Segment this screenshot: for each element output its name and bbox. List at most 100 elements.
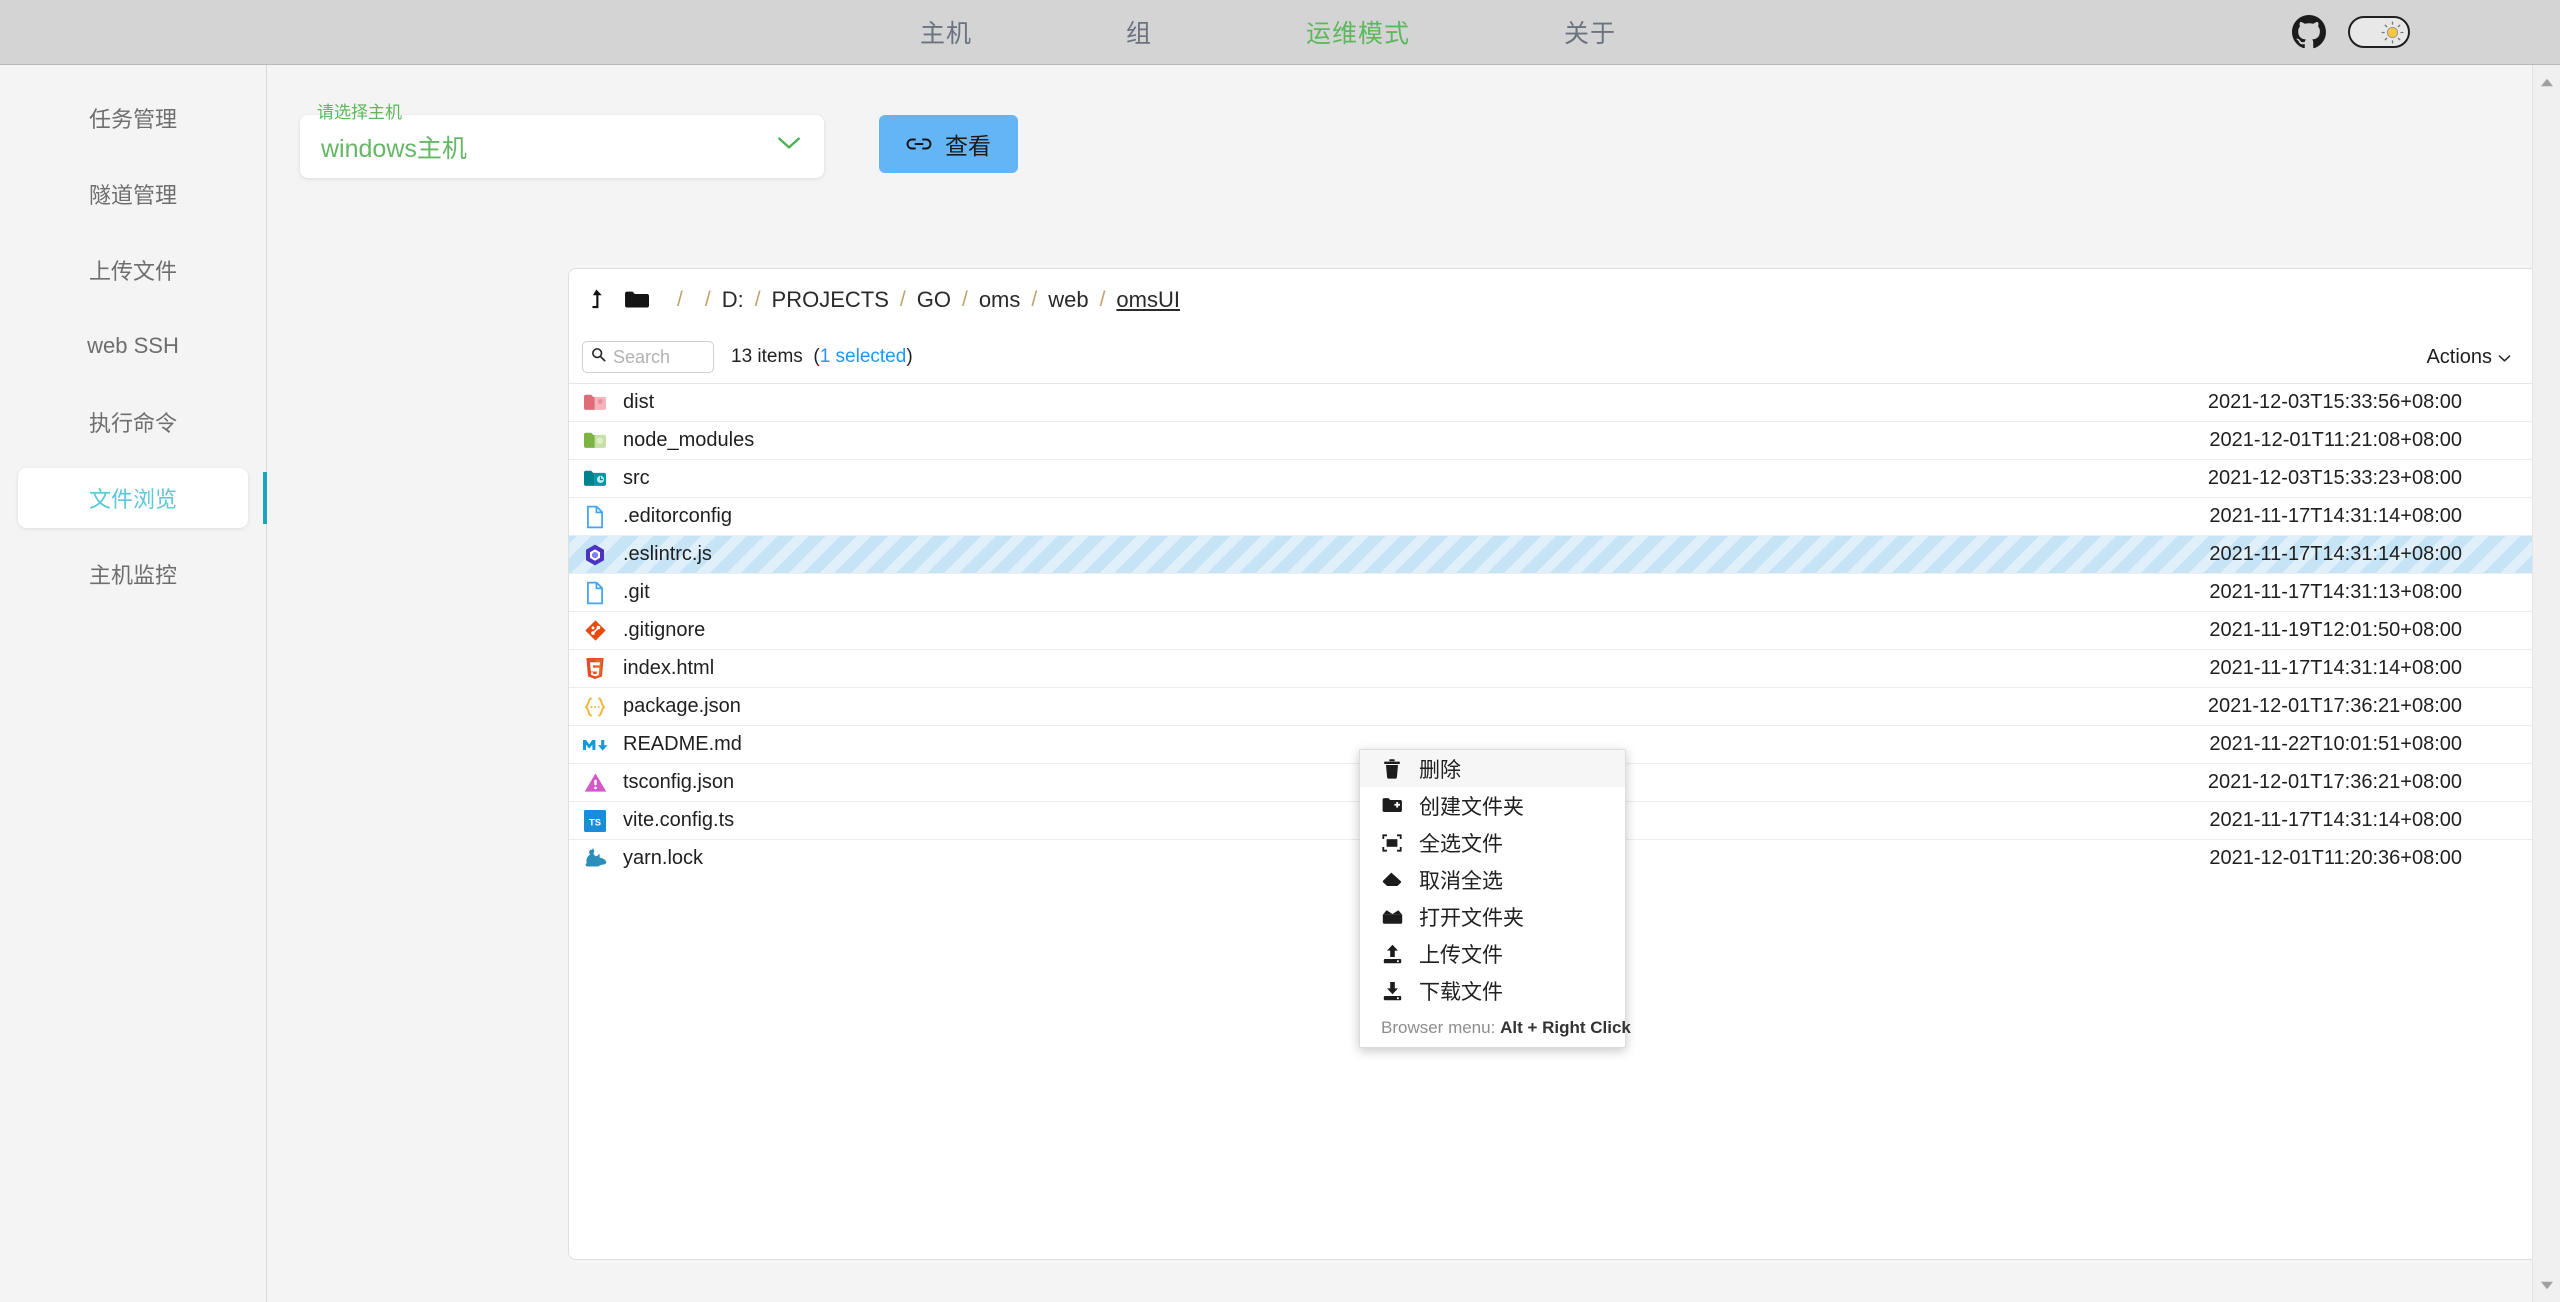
- breadcrumb-item-current[interactable]: omsUI: [1116, 287, 1180, 313]
- item-count: 13 items (1 selected): [731, 346, 913, 368]
- breadcrumb: / / D: / PROJECTS / GO / oms / web / oms…: [569, 269, 2560, 331]
- breadcrumb-separator: /: [755, 288, 761, 312]
- table-row[interactable]: dist 2021-12-03T15:33:56+08:00 0 KB: [569, 383, 2560, 421]
- top-navbar: 主机 组 运维模式 关于: [0, 0, 2560, 65]
- context-menu-item-label: 下载文件: [1419, 976, 1503, 1006]
- context-menu-item-label: 删除: [1419, 754, 1461, 784]
- table-row[interactable]: index.html 2021-11-17T14:31:14+08:00 0.3…: [569, 649, 2560, 687]
- context-menu-item-delete[interactable]: 删除: [1360, 750, 1625, 787]
- file-name: package.json: [623, 695, 741, 718]
- host-select[interactable]: 请选择主机 windows主机: [300, 115, 824, 178]
- arrow-up-icon[interactable]: [587, 288, 607, 312]
- file-date: 2021-12-01T17:36:21+08:00: [2208, 771, 2462, 794]
- folder-icon[interactable]: [624, 290, 649, 310]
- caret-up-icon[interactable]: [2533, 69, 2560, 95]
- file-date: 2021-12-03T15:33:23+08:00: [2208, 467, 2462, 490]
- json-icon: [581, 696, 609, 718]
- upload-icon: [1381, 944, 1403, 964]
- chevron-down-icon: [776, 135, 802, 156]
- file-name: yarn.lock: [623, 847, 703, 870]
- file-date: 2021-11-22T10:01:51+08:00: [2209, 733, 2462, 756]
- search-input[interactable]: [613, 347, 705, 368]
- file-date: 2021-11-17T14:31:14+08:00: [2209, 809, 2462, 832]
- sidebar-item-task-management[interactable]: 任务管理: [18, 88, 248, 148]
- table-row[interactable]: node_modules 2021-12-01T11:21:08+08:00 2…: [569, 421, 2560, 459]
- breadcrumb-item-projects[interactable]: PROJECTS: [772, 287, 889, 313]
- sidebar-item-execute-command[interactable]: 执行命令: [18, 392, 248, 452]
- actions-dropdown[interactable]: Actions: [2426, 346, 2511, 369]
- sidebar-item-label: 任务管理: [89, 102, 177, 134]
- sidebar-item-file-browser[interactable]: 文件浏览: [18, 468, 248, 528]
- table-row[interactable]: package.json 2021-12-01T17:36:21+08:00 2…: [569, 687, 2560, 725]
- item-count-total: 13 items: [731, 346, 803, 367]
- nav-link-about[interactable]: 关于: [1564, 14, 1616, 50]
- breadcrumb-separator: /: [705, 288, 711, 312]
- sidebar-item-web-ssh[interactable]: web SSH: [18, 316, 248, 376]
- context-menu-item-download-file[interactable]: 下载文件: [1360, 972, 1625, 1009]
- html5-icon: [581, 657, 609, 680]
- context-menu-item-open-folder[interactable]: 打开文件夹: [1360, 898, 1625, 935]
- table-row[interactable]: .editorconfig 2021-11-17T14:31:14+08:00 …: [569, 497, 2560, 535]
- table-row[interactable]: .eslintrc.js 2021-11-17T14:31:14+08:00 6…: [569, 535, 2560, 573]
- breadcrumb-separator: /: [1100, 288, 1106, 312]
- view-button[interactable]: 查看: [879, 115, 1018, 173]
- file-name: dist: [623, 391, 654, 414]
- context-menu-item-select-all[interactable]: 全选文件: [1360, 824, 1625, 861]
- theme-toggle-switch[interactable]: [2348, 16, 2410, 48]
- page-scrollbar[interactable]: [2532, 65, 2560, 1302]
- folder-plus-icon: [1381, 797, 1403, 814]
- file-date: 2021-12-01T17:36:21+08:00: [2208, 695, 2462, 718]
- file-date: 2021-12-03T15:33:56+08:00: [2208, 391, 2462, 414]
- breadcrumb-item-go[interactable]: GO: [917, 287, 951, 313]
- file-date: 2021-11-17T14:31:14+08:00: [2209, 657, 2462, 680]
- breadcrumb-separator: /: [900, 288, 906, 312]
- context-menu-item-create-folder[interactable]: 创建文件夹: [1360, 787, 1625, 824]
- file-name: .gitignore: [623, 619, 705, 642]
- host-selector-row: 请选择主机 windows主机 查看: [300, 115, 1018, 178]
- breadcrumb-separator: /: [1031, 288, 1037, 312]
- file-name: tsconfig.json: [623, 771, 734, 794]
- file-name: index.html: [623, 657, 714, 680]
- context-menu-item-label: 取消全选: [1419, 865, 1503, 895]
- table-row[interactable]: .git 2021-11-17T14:31:13+08:00 0.04 KB: [569, 573, 2560, 611]
- nav-link-groups[interactable]: 组: [1126, 14, 1152, 50]
- eraser-icon: [1381, 871, 1403, 888]
- file-name: .editorconfig: [623, 505, 732, 528]
- caret-down-icon[interactable]: [2533, 1272, 2560, 1298]
- main-content: 请选择主机 windows主机 查看: [268, 65, 2560, 1302]
- sidebar-item-host-monitor[interactable]: 主机监控: [18, 544, 248, 604]
- github-icon[interactable]: [2292, 15, 2326, 49]
- nav-link-hosts[interactable]: 主机: [920, 14, 972, 50]
- folder-pink-icon: [581, 393, 609, 412]
- breadcrumb-separator: /: [962, 288, 968, 312]
- breadcrumb-item-drive[interactable]: D:: [722, 287, 744, 313]
- search-box[interactable]: [582, 341, 714, 373]
- context-menu-footer-shortcut: Alt + Right Click: [1500, 1018, 1631, 1037]
- context-menu-item-upload-file[interactable]: 上传文件: [1360, 935, 1625, 972]
- breadcrumb-item-oms[interactable]: oms: [979, 287, 1021, 313]
- sidebar-item-upload-file[interactable]: 上传文件: [18, 240, 248, 300]
- sidebar-item-tunnel-management[interactable]: 隧道管理: [18, 164, 248, 224]
- sidebar-item-label: 主机监控: [89, 558, 177, 590]
- table-row[interactable]: src 2021-12-03T15:33:23+08:00 4 KB: [569, 459, 2560, 497]
- file-date: 2021-12-01T11:20:36+08:00: [2209, 847, 2462, 870]
- open-box-icon: [1381, 909, 1403, 925]
- select-all-icon: [1381, 834, 1403, 852]
- sidebar-item-label: 上传文件: [89, 254, 177, 286]
- download-icon: [1381, 981, 1403, 1001]
- nav-link-ops-mode[interactable]: 运维模式: [1306, 14, 1410, 50]
- git-icon: [581, 619, 609, 642]
- context-menu-item-label: 上传文件: [1419, 939, 1503, 969]
- file-date: 2021-12-01T11:21:08+08:00: [2209, 429, 2462, 452]
- svg-text:TS: TS: [589, 816, 601, 827]
- sun-icon: [2379, 19, 2406, 46]
- breadcrumb-item-web[interactable]: web: [1048, 287, 1088, 313]
- item-count-selected-wrap: (1 selected): [808, 346, 913, 367]
- file-name: src: [623, 467, 650, 490]
- context-menu-item-deselect-all[interactable]: 取消全选: [1360, 861, 1625, 898]
- context-menu-footer-prefix: Browser menu:: [1381, 1018, 1495, 1037]
- file-date: 2021-11-17T14:31:14+08:00: [2209, 543, 2462, 566]
- file-date: 2021-11-19T12:01:50+08:00: [2209, 619, 2462, 642]
- nav-links: 主机 组 运维模式 关于: [920, 14, 1616, 50]
- table-row[interactable]: .gitignore 2021-11-19T12:01:50+08:00 0.0…: [569, 611, 2560, 649]
